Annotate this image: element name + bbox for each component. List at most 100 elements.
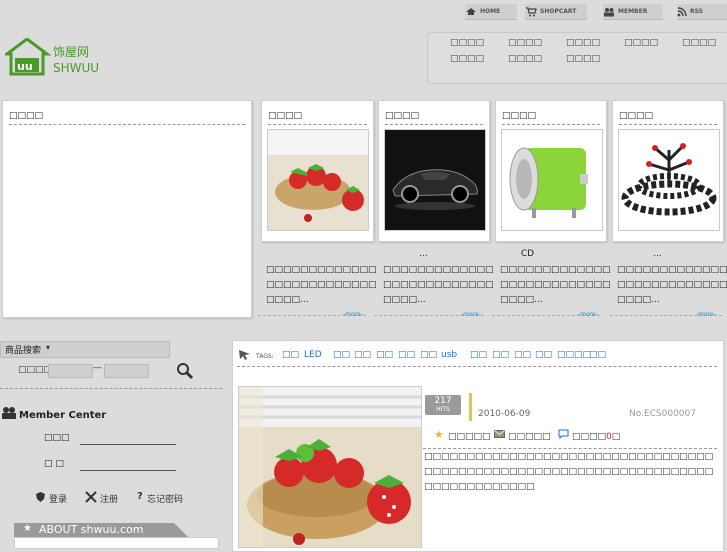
about-tab[interactable]: ★ ABOUT shwuu.com [14, 523, 188, 537]
tag-link[interactable]: LED [304, 350, 322, 360]
comment-icon [558, 429, 569, 439]
about-label: ABOUT shwuu.com [39, 523, 144, 536]
nav-home[interactable]: HOME [465, 4, 517, 20]
product-card[interactable]: □□□□ [378, 100, 490, 242]
divider [9, 124, 245, 125]
price-label: □□□□ [18, 365, 53, 375]
tag-link[interactable]: □□ [514, 350, 531, 360]
star-icon: ★ [23, 523, 32, 534]
tag-link[interactable]: □□ [492, 350, 509, 360]
question-icon: ? [137, 491, 143, 502]
category-link[interactable]: □□□□ [508, 54, 542, 64]
add-favorite-link[interactable]: □□□□□ [448, 432, 491, 442]
tag-link[interactable]: □□ [589, 350, 606, 360]
top-navigation: HOME SHOPCART MEMBER RSS [455, 4, 727, 20]
category-link[interactable]: □□□□ [682, 38, 716, 48]
product-title: □□□□ [619, 111, 654, 121]
range-dash: — [93, 363, 102, 373]
product-card[interactable]: □□□□ [495, 100, 607, 242]
comments-suffix: □ [611, 432, 621, 442]
tag-link[interactable]: □□ [376, 350, 393, 360]
home-icon [466, 8, 476, 15]
dropdown-arrow-icon: ▾ [46, 343, 51, 352]
category-link[interactable]: □□□□ [450, 38, 484, 48]
featured-description: □□□□□□□□□□□□□□□□□□□□□□□□□□□□□□□□□□□□□□□□… [424, 452, 714, 492]
category-link[interactable]: □□□□ [566, 38, 600, 48]
more-link[interactable]: -more- [696, 311, 716, 318]
tag-link[interactable]: □□ [398, 350, 415, 360]
tag-link[interactable]: □□ [354, 350, 371, 360]
featured-product-image[interactable] [238, 386, 422, 548]
site-logo[interactable]: uu 饰屋网 SHWUU [2, 37, 100, 78]
product-description: □□□□□□□□□□□□□□□□□□□□□□□□□□□□□□... [500, 265, 611, 305]
divider [502, 124, 600, 125]
more-link[interactable]: -more- [343, 311, 363, 318]
tags-label: TAGS: [256, 353, 274, 360]
product-image-cd-player[interactable] [501, 129, 603, 231]
svg-text:饰屋网: 饰屋网 [53, 45, 89, 59]
notice-panel: □□□□ [2, 100, 252, 318]
more-link[interactable]: -more- [461, 311, 481, 318]
shield-icon [36, 492, 45, 502]
password-field[interactable] [80, 470, 176, 471]
star-icon: ★ [434, 428, 444, 441]
search-icon[interactable] [176, 362, 194, 380]
tag-link[interactable]: □□ [470, 350, 487, 360]
product-title: □□□□ [385, 111, 420, 121]
username-field[interactable] [80, 444, 176, 445]
product-description: □□□□□□□□□□□□□□□□□□□□□□□□□□□□□□... [266, 265, 377, 305]
tag-link[interactable]: usb [441, 350, 457, 360]
comments-link[interactable]: □□□□0□ [572, 432, 620, 442]
publish-date: 2010-06-09 [478, 409, 531, 419]
message-link[interactable]: □□□□□ [508, 432, 551, 442]
svg-text:uu: uu [17, 60, 33, 73]
register-link[interactable]: 注册 [100, 492, 118, 505]
product-name[interactable]: CD [470, 249, 585, 259]
cursor-arrow-icon [239, 350, 250, 360]
login-link[interactable]: 登录 [49, 492, 67, 505]
comments-prefix: □□□□ [572, 432, 607, 442]
house-logo-icon: uu 饰屋网 SHWUU [2, 37, 99, 76]
category-link[interactable]: □□□□ [566, 54, 600, 64]
about-panel [14, 537, 219, 549]
product-name[interactable]: ... [600, 249, 715, 259]
category-menu: □□□□ □□□□ □□□□ □□□□ □□□□ □□□□ □□□□ □□□□ [427, 32, 727, 84]
tag-link[interactable]: □□ [333, 350, 350, 360]
nav-member[interactable]: MEMBER [603, 4, 663, 20]
product-card[interactable]: □□□□ [612, 100, 724, 242]
tag-link[interactable]: □□□□ [557, 350, 591, 360]
category-link[interactable]: □□□□ [624, 38, 658, 48]
hits-badge: 217 HITS [425, 395, 461, 415]
category-link[interactable]: □□□□ [508, 38, 542, 48]
product-image-car[interactable] [384, 129, 486, 231]
price-max-input[interactable] [104, 364, 149, 378]
member-icon [604, 7, 614, 16]
divider [268, 124, 367, 125]
product-image-strawberry-bag[interactable] [267, 129, 369, 231]
product-card[interactable]: □□□□ [261, 100, 374, 242]
search-title: 商品搜索 [5, 346, 42, 356]
divider [0, 388, 222, 389]
divider [619, 124, 717, 125]
divider [237, 366, 717, 367]
product-title: □□□□ [502, 111, 537, 121]
nav-rss[interactable]: RSS [677, 4, 727, 20]
price-min-input[interactable] [48, 364, 93, 378]
nav-shopcart[interactable]: SHOPCART [525, 4, 587, 20]
svg-text:SHWUU: SHWUU [53, 61, 99, 75]
product-description: □□□□□□□□□□□□□□□□□□□□□□□□□□□□□□... [383, 265, 494, 305]
category-link[interactable]: □□□□ [450, 54, 484, 64]
hits-label: HITS [436, 406, 450, 413]
tag-link[interactable]: □□ [420, 350, 437, 360]
tag-link[interactable]: □□ [535, 350, 552, 360]
divider [423, 448, 717, 449]
username-label: □□□ [44, 433, 70, 443]
search-header[interactable]: 商品搜索 ▾ [0, 341, 170, 358]
product-name[interactable]: ... [366, 249, 481, 259]
product-image-tree-stand[interactable] [618, 129, 720, 231]
member-center-icon [2, 407, 16, 419]
more-link[interactable]: -more- [578, 311, 598, 318]
tag-link[interactable]: □□ [282, 350, 299, 360]
rss-icon [677, 6, 687, 16]
forgot-password-link[interactable]: 忘记密码 [147, 492, 183, 505]
